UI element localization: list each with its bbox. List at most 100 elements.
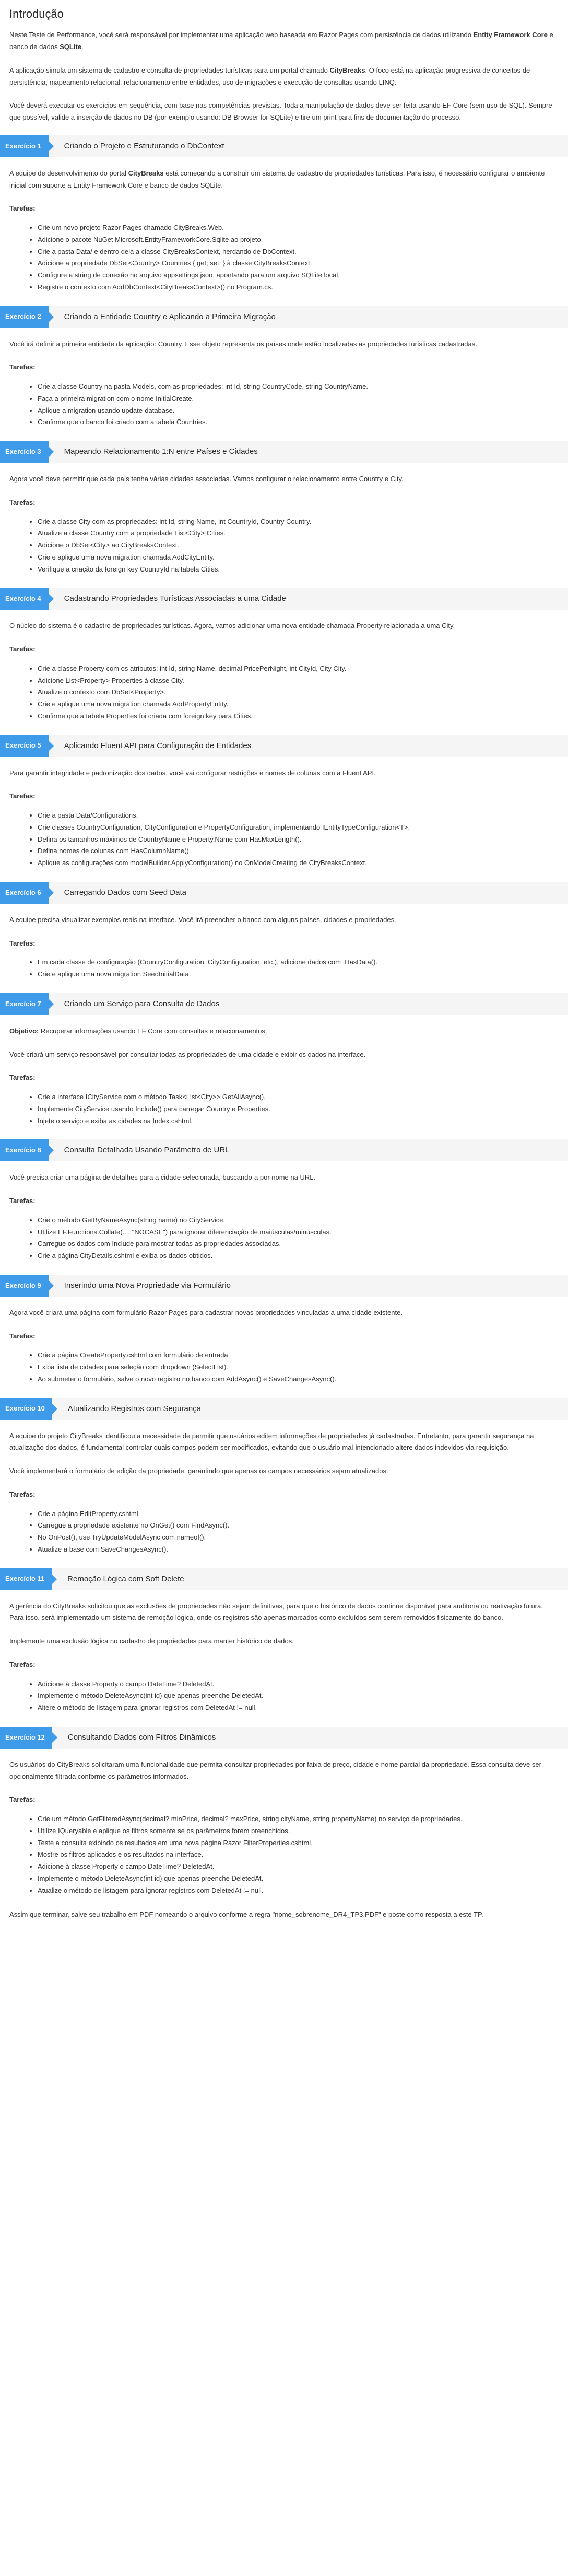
exercise-badge: Exercício 7 bbox=[0, 993, 54, 1015]
exercise-header: Exercício 7 Criando um Serviço para Cons… bbox=[0, 993, 568, 1015]
exercise-badge: Exercício 4 bbox=[0, 588, 54, 610]
task-item: Aplique a migration usando update-databa… bbox=[38, 405, 559, 417]
tasks-label: Tarefas: bbox=[9, 1332, 36, 1340]
tasks-label: Tarefas: bbox=[9, 204, 36, 213]
task-item: Crie o método GetByNameAsync(string name… bbox=[38, 1215, 559, 1227]
task-item: Carregue os dados com Include para mostr… bbox=[38, 1238, 559, 1250]
exercise-8: Exercício 8 Consulta Detalhada Usando Pa… bbox=[0, 1139, 568, 1262]
exercise-badge: Exercício 1 bbox=[0, 135, 54, 157]
exercise-title: Criando o Projeto e Estruturando o DbCon… bbox=[64, 141, 224, 150]
task-item: Confirme que o banco foi criado com a ta… bbox=[38, 416, 559, 428]
exercise-title: Remoção Lógica com Soft Delete bbox=[67, 1574, 184, 1583]
task-item: Crie a página CreateProperty.cshtml com … bbox=[38, 1349, 559, 1361]
intro-paragraph-2: A aplicação simula um sistema de cadastr… bbox=[9, 66, 530, 86]
task-item: Atualize a base com SaveChangesAsync(). bbox=[38, 1544, 559, 1556]
exercise-badge: Exercício 2 bbox=[0, 306, 54, 328]
exercise-badge: Exercício 11 bbox=[0, 1568, 57, 1590]
exercise-title: Atualizando Registros com Segurança bbox=[67, 1404, 202, 1413]
task-item: Adicione à classe Property o campo DateT… bbox=[38, 1679, 559, 1691]
task-item: Crie a pasta Data/ e dentro dela a class… bbox=[38, 246, 559, 258]
task-item: Implemente o método DeleteAsync(int id) … bbox=[38, 1690, 559, 1702]
exercise-4: Exercício 4 Cadastrando Propriedades Tur… bbox=[0, 588, 568, 722]
task-item: Adicione o DbSet<City> ao CityBreaksCont… bbox=[38, 540, 559, 552]
task-item: Crie um novo projeto Razor Pages chamado… bbox=[38, 222, 559, 234]
exercise-title: Criando um Serviço para Consulta de Dado… bbox=[64, 999, 220, 1008]
task-item: Defina os tamanhos máximos de CountryNam… bbox=[38, 834, 559, 846]
exercise-description: Agora você criará uma página com formulá… bbox=[9, 1308, 403, 1316]
task-item: Crie classes CountryConfiguration, CityC… bbox=[38, 822, 559, 834]
exercise-header: Exercício 3 Mapeando Relacionamento 1:N … bbox=[0, 441, 568, 463]
document: Introdução Neste Teste de Performance, v… bbox=[0, 0, 568, 1921]
exercise-12: Exercício 12 Consultando Dados com Filtr… bbox=[0, 1726, 568, 1897]
tasks-label: Tarefas: bbox=[9, 1490, 36, 1498]
exercise-description: A equipe de desenvolvimento do portal Ci… bbox=[9, 169, 545, 189]
exercise-title: Mapeando Relacionamento 1:N entre Países… bbox=[64, 447, 258, 457]
exercise-description: Você criará um serviço responsável por c… bbox=[9, 1050, 366, 1058]
task-item: Teste a consulta exibindo os resultados … bbox=[38, 1837, 559, 1849]
exercise-header: Exercício 2 Criando a Entidade Country e… bbox=[0, 306, 568, 328]
exercise-2: Exercício 2 Criando a Entidade Country e… bbox=[0, 306, 568, 429]
exercise-description-2: Implemente uma exclusão lógica no cadast… bbox=[9, 1637, 294, 1646]
intro-title: Introdução bbox=[9, 7, 64, 20]
task-list: Crie um método GetFilteredAsync(decimal?… bbox=[9, 1813, 559, 1896]
tasks-label: Tarefas: bbox=[9, 1197, 36, 1205]
task-item: Crie a pasta Data/Configurations. bbox=[38, 810, 559, 822]
task-list: Crie um novo projeto Razor Pages chamado… bbox=[9, 222, 559, 294]
task-list: Crie a interface ICityService com o méto… bbox=[9, 1091, 559, 1127]
exercise-6: Exercício 6 Carregando Dados com Seed Da… bbox=[0, 881, 568, 981]
task-list: Crie a página CreateProperty.cshtml com … bbox=[9, 1349, 559, 1385]
exercise-header: Exercício 6 Carregando Dados com Seed Da… bbox=[0, 881, 568, 904]
exercise-header: Exercício 10 Atualizando Registros com S… bbox=[0, 1397, 568, 1420]
exercise-objective: Objetivo: Recuperar informações usando E… bbox=[9, 1027, 267, 1035]
exercise-5: Exercício 5 Aplicando Fluent API para Co… bbox=[0, 735, 568, 869]
task-item: Ao submeter o formulário, salve o novo r… bbox=[38, 1373, 559, 1385]
exercise-header: Exercício 4 Cadastrando Propriedades Tur… bbox=[0, 588, 568, 610]
exercise-header: Exercício 9 Inserindo uma Nova Proprieda… bbox=[0, 1274, 568, 1297]
tasks-label: Tarefas: bbox=[9, 1660, 36, 1669]
task-list: Crie a classe Country na pasta Models, c… bbox=[9, 381, 559, 428]
task-item: Em cada classe de configuração (CountryC… bbox=[38, 957, 559, 969]
task-item: Utilize IQueryable e aplique os filtros … bbox=[38, 1825, 559, 1837]
task-item: Aplique as configurações com modelBuilde… bbox=[38, 857, 559, 869]
exercise-header: Exercício 8 Consulta Detalhada Usando Pa… bbox=[0, 1139, 568, 1162]
task-item: Adicione a propriedade DbSet<Country> Co… bbox=[38, 258, 559, 270]
exercise-description: Você precisa criar uma página de detalhe… bbox=[9, 1173, 316, 1182]
exercise-description: Você irá definir a primeira entidade da … bbox=[9, 340, 477, 348]
tasks-label: Tarefas: bbox=[9, 498, 36, 506]
task-item: Atualize o contexto com DbSet<Property>. bbox=[38, 686, 559, 698]
task-item: Crie a classe Property com os atributos:… bbox=[38, 663, 559, 675]
task-item: Registre o contexto com AddDbContext<Cit… bbox=[38, 282, 559, 294]
task-item: Atualize a classe Country com a propried… bbox=[38, 528, 559, 540]
exercise-7: Exercício 7 Criando um Serviço para Cons… bbox=[0, 993, 568, 1127]
task-item: Configure a string de conexão no arquivo… bbox=[38, 270, 559, 282]
task-item: Crie e aplique uma nova migration chamad… bbox=[38, 552, 559, 564]
exercise-badge: Exercício 10 bbox=[0, 1397, 57, 1420]
exercise-header: Exercício 5 Aplicando Fluent API para Co… bbox=[0, 735, 568, 757]
task-item: Confirme que a tabela Properties foi cri… bbox=[38, 710, 559, 722]
exercise-badge: Exercício 6 bbox=[0, 881, 54, 904]
task-item: Carregue a propriedade existente no OnGe… bbox=[38, 1520, 559, 1532]
exercise-title: Consultando Dados com Filtros Dinâmicos bbox=[67, 1732, 216, 1742]
task-item: Adicione List<Property> Properties à cla… bbox=[38, 675, 559, 687]
tasks-label: Tarefas: bbox=[9, 792, 36, 800]
intro-paragraph-3: Você deverá executar os exercícios em se… bbox=[9, 101, 552, 122]
task-list: Crie a página EditProperty.cshtml. Carre… bbox=[9, 1508, 559, 1556]
closing-paragraph: Assim que terminar, salve seu trabalho e… bbox=[9, 1910, 483, 1919]
exercise-badge: Exercício 8 bbox=[0, 1139, 54, 1162]
exercise-1: Exercício 1 Criando o Projeto e Estrutur… bbox=[0, 135, 568, 294]
exercise-title: Inserindo uma Nova Propriedade via Formu… bbox=[64, 1280, 231, 1290]
exercise-3: Exercício 3 Mapeando Relacionamento 1:N … bbox=[0, 441, 568, 575]
exercise-header: Exercício 11 Remoção Lógica com Soft Del… bbox=[0, 1568, 568, 1590]
task-item: Adicione o pacote NuGet Microsoft.Entity… bbox=[38, 234, 559, 246]
task-item: No OnPost(), use TryUpdateModelAsync com… bbox=[38, 1532, 559, 1544]
task-list: Adicione à classe Property o campo DateT… bbox=[9, 1679, 559, 1714]
task-item: Utilize EF.Functions.Collate(..., "NOCAS… bbox=[38, 1227, 559, 1239]
exercise-description: Agora você deve permitir que cada país t… bbox=[9, 475, 404, 483]
exercise-badge: Exercício 5 bbox=[0, 735, 54, 757]
exercise-badge: Exercício 3 bbox=[0, 441, 54, 463]
task-item: Faça a primeira migration com o nome Ini… bbox=[38, 393, 559, 405]
exercise-title: Carregando Dados com Seed Data bbox=[64, 888, 186, 897]
task-item: Defina nomes de colunas com HasColumnNam… bbox=[38, 845, 559, 857]
exercise-description: A equipe do projeto CityBreaks identific… bbox=[9, 1431, 534, 1452]
tasks-label: Tarefas: bbox=[9, 645, 36, 654]
